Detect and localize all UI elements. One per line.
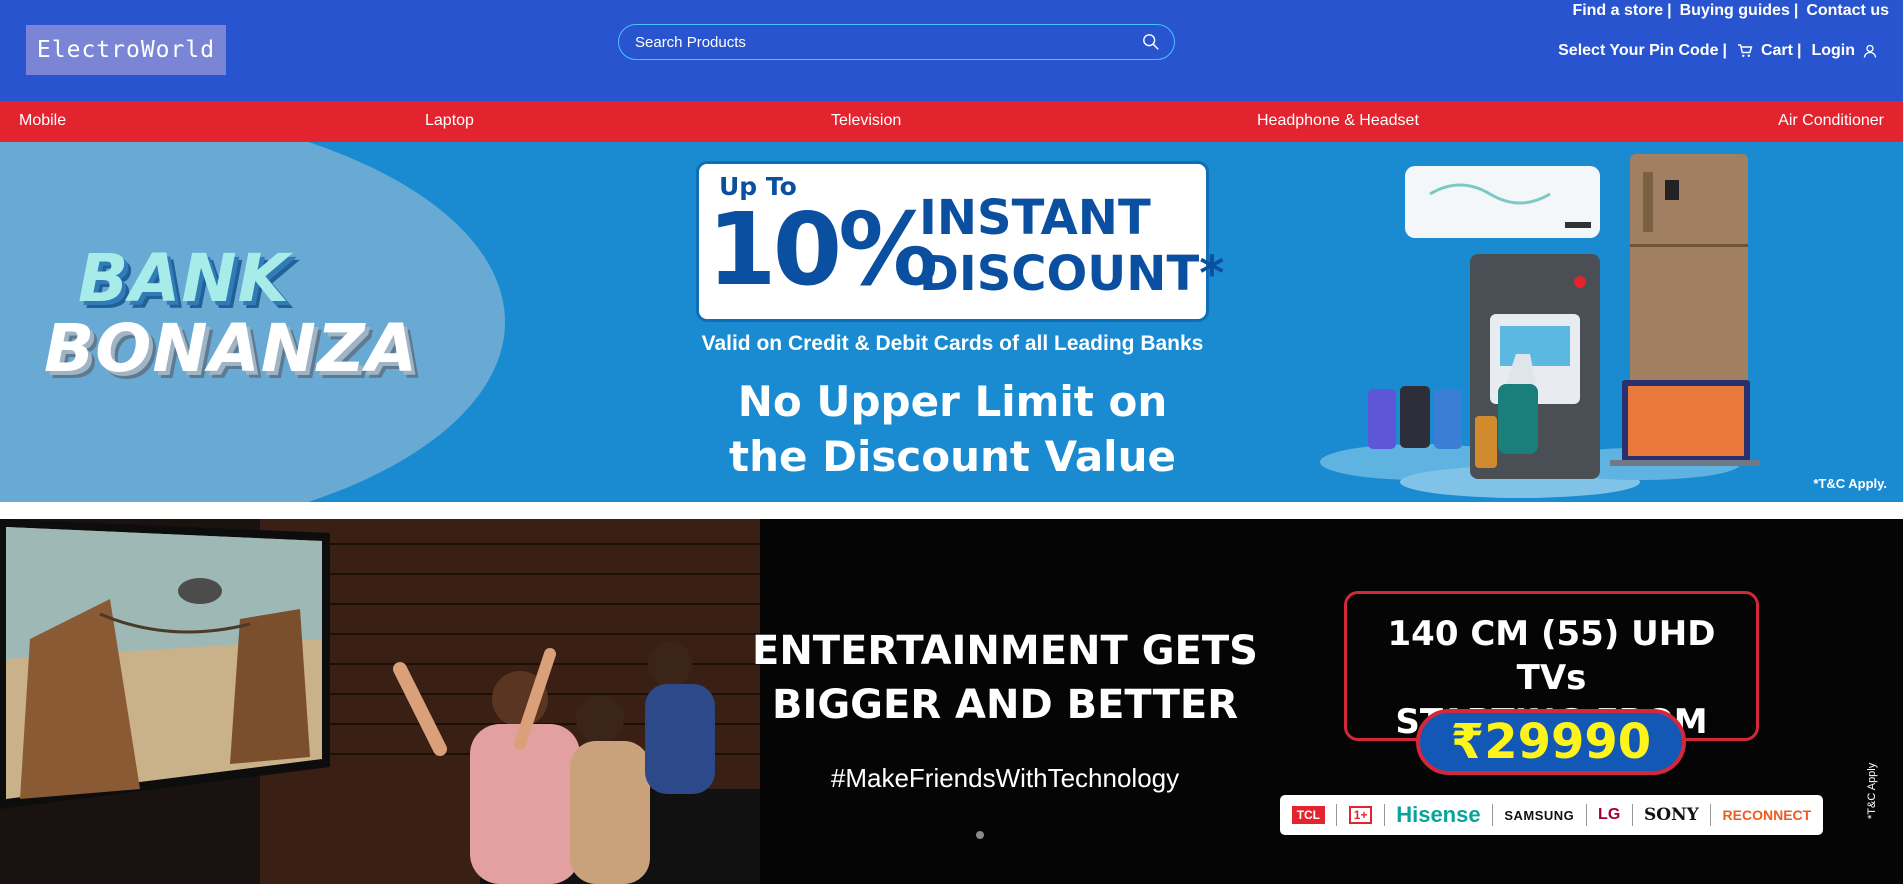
separator: |	[1793, 2, 1799, 19]
separator: |	[1667, 2, 1672, 19]
discount-percent: 10%	[707, 191, 938, 308]
brand-samsung: SAMSUNG	[1504, 807, 1575, 823]
banner-title-bank: BANK	[78, 240, 290, 317]
brand-oneplus: 1+	[1348, 806, 1373, 824]
brand-sony: SONY	[1644, 805, 1699, 825]
hashtag-text: #MakeFriendsWithTechnology	[830, 763, 1180, 793]
banner-title-bonanza: BONANZA	[44, 310, 418, 387]
search-input[interactable]	[635, 33, 1142, 51]
brand-divider	[1336, 804, 1338, 826]
brand-reconnect: RECONNECT	[1722, 807, 1812, 823]
buying-guides-link[interactable]: Buying guides	[1680, 2, 1790, 20]
find-store-link[interactable]: Find a store	[1572, 2, 1663, 20]
login-link[interactable]: Login	[1811, 42, 1855, 60]
nav-item-television[interactable]: Television	[831, 112, 901, 130]
nav-item-headphone[interactable]: Headphone & Headset	[1257, 112, 1419, 130]
search-icon[interactable]	[1142, 33, 1160, 51]
discount-offer-box: Up To 10% INSTANT DISCOUNT*	[699, 164, 1224, 319]
user-icon[interactable]	[1863, 44, 1877, 58]
uhd-line-1: 140 CM (55) UHD TVs	[1387, 614, 1716, 698]
category-nav: Mobile Laptop Television Headphone & Hea…	[0, 101, 1903, 142]
brand-divider	[1585, 804, 1587, 826]
separator: |	[1796, 42, 1802, 59]
separator: |	[1722, 42, 1727, 59]
nav-item-mobile[interactable]: Mobile	[19, 112, 66, 130]
brand-divider	[1491, 804, 1493, 826]
no-limit-line-1: No Upper Limit on	[737, 377, 1168, 426]
appliances-illustration	[1320, 154, 1760, 498]
user-links: Select Your Pin Code | Cart | Login	[1558, 42, 1877, 60]
brand-hisense: Hisense	[1396, 802, 1481, 827]
brand-strip: TCL 1+ Hisense SAMSUNG LG SONY RECONNECT	[1280, 795, 1823, 835]
brand-divider	[1383, 804, 1385, 826]
headline-line-1: ENTERTAINMENT GETS	[752, 628, 1258, 674]
cart-link[interactable]: Cart	[1761, 42, 1793, 60]
headline-line-2: BIGGER AND BETTER	[771, 682, 1239, 728]
discount-text: DISCOUNT*	[919, 246, 1225, 302]
brand-divider	[1710, 804, 1712, 826]
uhd-tv-banner[interactable]: ENTERTAINMENT GETS BIGGER AND BETTER #Ma…	[0, 519, 1903, 884]
brand-tcl: TCL	[1291, 806, 1326, 824]
site-logo[interactable]: ElectroWorld	[26, 25, 226, 75]
instant-text: INSTANT	[919, 190, 1151, 246]
pin-code-link[interactable]: Select Your Pin Code	[1558, 42, 1718, 60]
no-limit-line-2: the Discount Value	[729, 432, 1176, 481]
contact-us-link[interactable]: Contact us	[1806, 2, 1889, 20]
phone-image	[1368, 389, 1396, 449]
elephant-image	[178, 578, 222, 604]
terms-note: *T&C Apply.	[1813, 476, 1887, 491]
top-links: Find a store | Buying guides | Contact u…	[1572, 2, 1889, 20]
brand-lg: LG	[1598, 806, 1621, 823]
no-limit-text: No Upper Limit on the Discount Value	[699, 374, 1206, 484]
nav-item-air-conditioner[interactable]: Air Conditioner	[1778, 112, 1884, 130]
validity-text: Valid on Credit & Debit Cards of all Lea…	[701, 332, 1204, 355]
entertainment-headline: ENTERTAINMENT GETS BIGGER AND BETTER	[740, 624, 1270, 732]
carousel-indicator-dot[interactable]	[976, 831, 984, 839]
living-room-tv-scene	[0, 519, 760, 884]
bank-bonanza-banner[interactable]: BANK BONANZA Up To 10% INSTANT DISCOUNT*…	[0, 142, 1903, 502]
nav-item-laptop[interactable]: Laptop	[425, 112, 474, 130]
price-badge: ₹29990	[1416, 709, 1686, 775]
cart-icon[interactable]	[1737, 44, 1753, 58]
brand-divider	[1631, 804, 1633, 826]
search-bar[interactable]	[618, 24, 1175, 60]
terms-note-vertical: *T&C Apply	[1866, 762, 1878, 819]
site-header: ElectroWorld Find a store | Buying guide…	[0, 0, 1903, 101]
mixer-image	[1498, 384, 1538, 454]
